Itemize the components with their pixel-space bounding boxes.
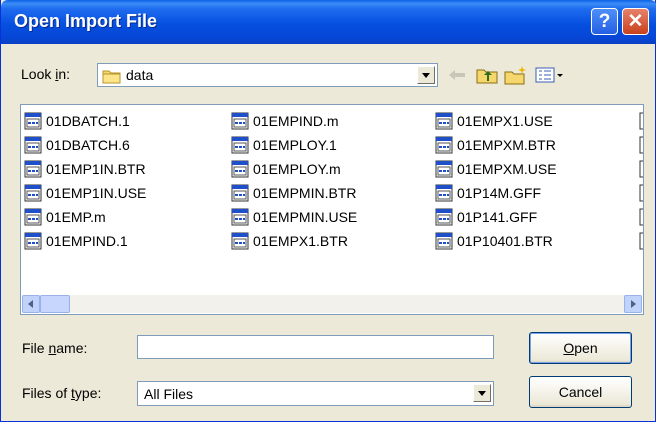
- close-button[interactable]: ✕: [622, 8, 649, 35]
- files-of-type-label: Files of type:: [22, 385, 102, 401]
- file-name: 01DBATCH.1: [46, 113, 130, 129]
- file-icon: [24, 160, 42, 178]
- file-name: 01DBATCH.6: [46, 137, 130, 153]
- file-icon: [231, 160, 249, 178]
- file-icon: [231, 208, 249, 226]
- file-item[interactable]: 01EMP1IN.BTR: [24, 159, 146, 179]
- up-folder-icon[interactable]: [475, 64, 499, 86]
- window-title: Open Import File: [14, 11, 158, 31]
- file-icon: [231, 232, 249, 250]
- scroll-right-button[interactable]: [624, 295, 642, 313]
- file-name: 01EMPXM.USE: [457, 161, 557, 177]
- file-item[interactable]: 01EMPXM.BTR: [435, 135, 556, 155]
- partial-file-icon: [639, 183, 643, 203]
- file-name: 01EMP1IN.USE: [46, 185, 147, 201]
- file-name: 01EMPLOY.1: [253, 137, 337, 153]
- file-name: 01EMPLOY.m: [253, 161, 341, 177]
- file-icon: [24, 208, 42, 226]
- title-bar[interactable]: Open Import File ? ✕: [1, 0, 656, 44]
- file-icon: [435, 208, 453, 226]
- file-item[interactable]: 01EMPLOY.1: [231, 135, 337, 155]
- file-item[interactable]: 01EMPIND.1: [24, 231, 128, 251]
- file-item[interactable]: 01EMPX1.USE: [435, 111, 553, 131]
- file-item[interactable]: 01DBATCH.6: [24, 135, 130, 155]
- file-item[interactable]: 01EMPIND.m: [231, 111, 339, 131]
- help-icon: ?: [598, 11, 611, 32]
- file-icon: [435, 232, 453, 250]
- file-name: 01P14M.GFF: [457, 185, 542, 201]
- partial-file-icon: [639, 207, 643, 227]
- file-name: 01P141.GFF: [457, 209, 538, 225]
- file-item[interactable]: 01EMPMIN.BTR: [231, 183, 356, 203]
- horizontal-scrollbar[interactable]: [22, 295, 642, 313]
- chevron-down-icon[interactable]: [473, 384, 491, 402]
- file-item[interactable]: 01EMP.m: [24, 207, 106, 227]
- file-item[interactable]: 01DBATCH.1: [24, 111, 130, 131]
- file-name-input[interactable]: [137, 335, 494, 359]
- open-button[interactable]: Open: [529, 332, 632, 364]
- file-icon: [435, 112, 453, 130]
- files-of-type-value: All Files: [144, 386, 194, 402]
- file-icon: [435, 184, 453, 202]
- file-icon: [231, 136, 249, 154]
- file-name: 01EMPIND.1: [46, 233, 128, 249]
- open-import-file-dialog: Open Import File ? ✕ Look in: data 01DBA…: [0, 0, 656, 422]
- file-name: 01EMPIND.m: [253, 113, 339, 129]
- file-icon: [24, 136, 42, 154]
- back-icon[interactable]: [445, 64, 469, 86]
- file-name: 01EMPMIN.BTR: [253, 185, 357, 201]
- partial-file-icon: [639, 111, 643, 131]
- file-name: 01EMPX1.USE: [457, 113, 553, 129]
- file-item[interactable]: 01EMP1IN.USE: [24, 183, 146, 203]
- file-name: 01P10401.BTR: [457, 233, 553, 249]
- file-item[interactable]: 01P14M.GFF: [435, 183, 541, 203]
- file-list[interactable]: 01DBATCH.1 01DBATCH.6 01EMP1IN.BTR 01EMP1IN…: [20, 104, 644, 315]
- file-name: 01EMP.m: [46, 209, 106, 225]
- close-icon: ✕: [627, 11, 644, 32]
- file-item[interactable]: 01EMPXM.USE: [435, 159, 557, 179]
- file-item[interactable]: 01EMPMIN.USE: [231, 207, 357, 227]
- file-name: 01EMPMIN.USE: [253, 209, 358, 225]
- partial-file-icon: [639, 159, 643, 179]
- file-item[interactable]: 01EMPLOY.m: [231, 159, 341, 179]
- file-name-label: File name:: [22, 340, 88, 356]
- files-of-type-dropdown[interactable]: All Files: [137, 381, 494, 406]
- look-in-dropdown[interactable]: data: [97, 63, 438, 87]
- file-item[interactable]: 01P10401.BTR: [435, 231, 553, 251]
- file-name: 01EMP1IN.BTR: [46, 161, 146, 177]
- file-item[interactable]: 01P141.GFF: [435, 207, 537, 227]
- scroll-left-button[interactable]: [22, 295, 40, 313]
- look-in-value: data: [126, 67, 154, 83]
- file-name: 01EMPX1.BTR: [253, 233, 348, 249]
- file-icon: [231, 184, 249, 202]
- folder-icon: [102, 68, 122, 87]
- file-item[interactable]: 01EMPX1.BTR: [231, 231, 348, 251]
- file-name: 01EMPXM.BTR: [457, 137, 556, 153]
- partial-file-icon: [639, 231, 643, 251]
- scroll-thumb[interactable]: [40, 295, 70, 313]
- file-icon: [435, 136, 453, 154]
- look-in-label: Look in:: [21, 66, 71, 82]
- arrow-left-icon: [28, 300, 33, 308]
- partial-file-icon: [639, 135, 643, 155]
- file-icon: [24, 112, 42, 130]
- file-icon: [435, 160, 453, 178]
- chevron-down-icon[interactable]: [417, 66, 435, 84]
- cancel-button[interactable]: Cancel: [529, 376, 632, 408]
- file-icon: [24, 184, 42, 202]
- file-icon: [24, 232, 42, 250]
- arrow-right-icon: [631, 300, 636, 308]
- help-button[interactable]: ?: [591, 8, 618, 35]
- new-folder-icon[interactable]: [504, 64, 528, 86]
- view-menu-icon[interactable]: [534, 64, 566, 86]
- file-icon: [231, 112, 249, 130]
